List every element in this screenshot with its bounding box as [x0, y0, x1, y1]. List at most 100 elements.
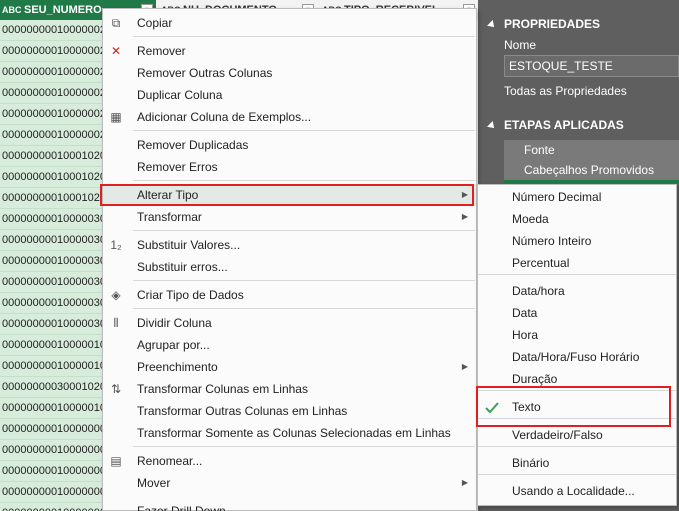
table-row[interactable]: 000000000100000100: [0, 335, 104, 356]
menu-item-fazer-drill-down[interactable]: Fazer Drill Down: [103, 500, 476, 511]
table-row[interactable]: 000000000100000020: [0, 41, 104, 62]
menu-item-criar-tipo-de-dados[interactable]: ◈ Criar Tipo de Dados: [103, 284, 476, 306]
menu-item-label: Renomear...: [137, 454, 203, 468]
menu-item-remover-erros[interactable]: Remover Erros: [103, 156, 476, 178]
collapse-triangle-icon[interactable]: [487, 120, 497, 131]
remove-icon: ✕: [110, 44, 122, 58]
menu-item-label: Fazer Drill Down: [137, 504, 226, 511]
menu-item-label: Duplicar Coluna: [137, 88, 223, 102]
menu-item-dividir-coluna[interactable]: ⫴ Dividir Coluna: [103, 312, 476, 334]
query-name-input[interactable]: ESTOQUE_TESTE: [504, 55, 679, 77]
menu-item-remover-duplicadas[interactable]: Remover Duplicadas: [103, 134, 476, 156]
menu-item-transformar-somente-as-colunas-selecionadas-em-linhas[interactable]: Transformar Somente as Colunas Seleciona…: [103, 422, 476, 444]
table-row[interactable]: 000000000100000300: [0, 314, 104, 335]
submenu-item-label: Número Inteiro: [512, 234, 592, 248]
menu-item-substituir-erros[interactable]: Substituir erros...: [103, 256, 476, 278]
table-row[interactable]: 000000000100010200: [0, 188, 104, 209]
menu-separator: [133, 180, 475, 181]
submenu-item-label: Data/hora: [512, 284, 565, 298]
table-row[interactable]: 000000000100000000: [0, 503, 104, 511]
submenu-item-label: Hora: [512, 328, 539, 342]
submenu-item-data-hora-fuso-horario[interactable]: Data/Hora/Fuso Horário: [478, 346, 676, 368]
table-row[interactable]: 000000000100000000: [0, 461, 104, 482]
grid-rows: 000000000100000020 000000000100000020 0000…: [0, 20, 104, 511]
submenu-item-duracao[interactable]: Duração: [478, 368, 676, 390]
table-row[interactable]: 000000000100000300: [0, 293, 104, 314]
menu-item-label: Alterar Tipo: [137, 188, 199, 202]
submenu-item-usando-a-localidade[interactable]: Usando a Localidade...: [478, 480, 676, 502]
menu-item-label: Agrupar por...: [137, 338, 210, 352]
menu-item-transformar[interactable]: Transformar ▶: [103, 206, 476, 228]
menu-item-agrupar-por[interactable]: Agrupar por...: [103, 334, 476, 356]
submenu-item-texto[interactable]: Texto: [478, 396, 676, 418]
menu-item-remover[interactable]: ✕ Remover: [103, 40, 476, 62]
menu-item-renomear[interactable]: ▤ Renomear...: [103, 450, 476, 472]
menu-item-substituir-valores[interactable]: 1₂ Substituir Valores...: [103, 234, 476, 256]
table-row[interactable]: 000000000100000100: [0, 356, 104, 377]
menu-item-label: Remover Erros: [137, 160, 218, 174]
menu-item-label: Transformar Colunas em Linhas: [137, 382, 308, 396]
menu-item-label: Transformar Somente as Colunas Seleciona…: [137, 426, 451, 440]
collapse-triangle-icon[interactable]: [487, 19, 497, 30]
table-row[interactable]: 000000000100000300: [0, 251, 104, 272]
menu-item-copiar[interactable]: ⧉ Copiar: [103, 12, 476, 34]
table-row[interactable]: 000000000100000000: [0, 440, 104, 461]
applied-steps-section-title[interactable]: ETAPAS APLICADAS: [487, 118, 624, 132]
submenu-item-binario[interactable]: Binário: [478, 452, 676, 474]
menu-item-preenchimento[interactable]: Preenchimento ▶: [103, 356, 476, 378]
menu-separator: [133, 280, 475, 281]
table-row[interactable]: 000000000300010200: [0, 377, 104, 398]
checkmark-icon: [485, 402, 499, 414]
submenu-arrow-icon: ▶: [461, 212, 468, 221]
step-item-cabecalhos[interactable]: Cabeçalhos Promovidos: [504, 160, 679, 180]
table-row[interactable]: 000000000100000020: [0, 20, 104, 41]
table-row[interactable]: 000000000100000020: [0, 83, 104, 104]
menu-item-label: Transformar Outras Colunas em Linhas: [137, 404, 348, 418]
submenu-item-label: Data: [512, 306, 538, 320]
submenu-item-data-hora[interactable]: Data/hora: [478, 280, 676, 302]
menu-item-label: Copiar: [137, 16, 173, 30]
text-type-icon[interactable]: ABC: [2, 5, 22, 15]
submenu-item-verdadeiro-falso[interactable]: Verdadeiro/Falso: [478, 424, 676, 446]
add-column-icon: ▦: [110, 110, 122, 124]
table-row[interactable]: 000000000100000020: [0, 62, 104, 83]
menu-item-transformar-colunas-em-linhas[interactable]: ⇅ Transformar Colunas em Linhas: [103, 378, 476, 400]
table-row[interactable]: 000000000100000300: [0, 272, 104, 293]
table-row[interactable]: 000000000100000300: [0, 209, 104, 230]
step-item-fonte[interactable]: Fonte: [504, 140, 679, 160]
menu-item-adicionar-coluna-de-exemplos[interactable]: ▦ Adicionar Coluna de Exemplos...: [103, 106, 476, 128]
menu-item-mover[interactable]: Mover ▶: [103, 472, 476, 494]
menu-item-duplicar-coluna[interactable]: Duplicar Coluna: [103, 84, 476, 106]
table-row[interactable]: 000000000100000000: [0, 419, 104, 440]
submenu-separator: [478, 418, 676, 419]
table-row[interactable]: 000000000100010200: [0, 146, 104, 167]
submenu-item-percentual[interactable]: Percentual: [478, 252, 676, 274]
menu-item-transformar-outras-colunas-em-linhas[interactable]: Transformar Outras Colunas em Linhas: [103, 400, 476, 422]
all-properties-link[interactable]: Todas as Propriedades: [504, 84, 627, 98]
submenu-item-moeda[interactable]: Moeda: [478, 208, 676, 230]
submenu-arrow-icon: ▶: [461, 190, 468, 199]
submenu-arrow-icon: ▶: [461, 362, 468, 371]
table-row[interactable]: 000000000100000020: [0, 104, 104, 125]
menu-item-remover-outras-colunas[interactable]: Remover Outras Colunas: [103, 62, 476, 84]
submenu-item-numero-inteiro[interactable]: Número Inteiro: [478, 230, 676, 252]
submenu-item-label: Número Decimal: [512, 190, 602, 204]
split-column-icon: ⫴: [113, 316, 119, 330]
table-row[interactable]: 000000000100000100: [0, 398, 104, 419]
submenu-item-label: Binário: [512, 456, 550, 470]
submenu-separator: [478, 446, 676, 447]
submenu-item-data[interactable]: Data: [478, 302, 676, 324]
table-row[interactable]: 000000000100000300: [0, 230, 104, 251]
menu-item-alterar-tipo[interactable]: Alterar Tipo ▶: [103, 184, 476, 206]
submenu-item-label: Moeda: [512, 212, 549, 226]
menu-item-label: Mover: [137, 476, 171, 490]
submenu-item-hora[interactable]: Hora: [478, 324, 676, 346]
menu-item-label: Substituir erros...: [137, 260, 228, 274]
menu-separator: [133, 230, 475, 231]
table-row[interactable]: 000000000100010200: [0, 167, 104, 188]
rename-icon: ▤: [110, 454, 122, 468]
table-row[interactable]: 000000000100000020: [0, 125, 104, 146]
submenu-item-numero-decimal[interactable]: Número Decimal: [478, 186, 676, 208]
properties-section-title[interactable]: PROPRIEDADES: [487, 17, 600, 31]
table-row[interactable]: 000000000100000000: [0, 482, 104, 503]
